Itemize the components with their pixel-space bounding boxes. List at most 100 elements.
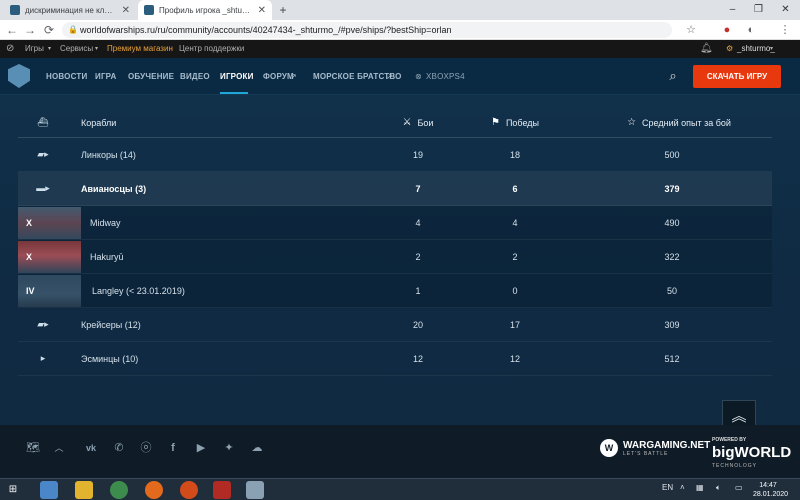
browser-menu-icon[interactable]: ⋮ — [778, 23, 792, 37]
twitter-icon[interactable]: ✦ — [220, 439, 238, 457]
table-row-battleships[interactable]: ▰▸ Линкоры (14) 19 18 500 — [18, 138, 772, 172]
flag-icon: ⚑ — [490, 117, 500, 128]
tab-close-icon[interactable]: ✕ — [258, 5, 266, 16]
nav-learning[interactable]: ОБУЧЕНИЕ — [128, 58, 174, 95]
minimize-button[interactable]: – — [720, 0, 745, 20]
header-avg-xp-label: Средний опыт за бой — [642, 117, 731, 128]
wows-logo-icon[interactable] — [8, 64, 30, 88]
keyboard-language[interactable]: EN — [662, 483, 673, 492]
tab-close-icon[interactable]: ✕ — [122, 5, 130, 16]
tab-title: дискриминация не клановых игроков — [25, 5, 117, 15]
maximize-button[interactable]: ❐ — [746, 0, 771, 20]
row-wins: 2 — [512, 251, 518, 262]
firefox-icon[interactable] — [180, 481, 198, 499]
portal-support-link[interactable]: Центр поддержки — [179, 40, 244, 58]
odnoklassniki-icon[interactable]: ⓞ — [137, 439, 155, 457]
portal-games-menu[interactable]: Игры — [25, 40, 44, 58]
firefox-icon[interactable] — [145, 481, 163, 499]
nav-players[interactable]: ИГРОКИ — [220, 58, 254, 95]
row-avg-xp: 322 — [664, 251, 680, 262]
url-input[interactable]: 🔒 worldofwarships.ru/ru/community/accoun… — [62, 22, 672, 38]
window-close-button[interactable]: ✕ — [773, 0, 798, 20]
wg-center-icon[interactable] — [213, 481, 231, 499]
header-battles[interactable]: ⚔ Бои — [388, 108, 448, 137]
header-avg-xp[interactable]: ☆ Средний опыт за бой — [614, 108, 744, 137]
row-wins: 18 — [509, 149, 520, 160]
vk-icon[interactable]: vk — [82, 439, 100, 457]
back-arrow-icon[interactable]: ← — [4, 22, 20, 38]
table-row-hakuryu[interactable]: X Hakuryū 2 2 322 — [18, 240, 772, 274]
nav-video[interactable]: ВИДЕО — [180, 58, 210, 95]
table-row-midway[interactable]: X Midway 4 4 490 — [18, 206, 772, 240]
user-icon: ⚙ — [726, 44, 734, 53]
browser-tab-profile[interactable]: Профиль игрока _shturmo_ | World of Wars… — [138, 0, 272, 20]
viber-icon[interactable]: ✆ — [110, 439, 128, 457]
nav-xbox[interactable]: XBOX — [426, 58, 449, 95]
search-icon[interactable]: ⌕ — [664, 67, 682, 85]
nav-ps4[interactable]: PS4 — [449, 58, 465, 95]
portal-premium-shop-link[interactable]: Премиум магазин — [107, 40, 173, 58]
forward-arrow-icon[interactable]: → — [22, 22, 38, 38]
soundcloud-icon[interactable]: ☁ — [248, 439, 266, 457]
nav-news[interactable]: НОВОСТИ — [46, 58, 87, 95]
os-taskbar: ⊞ EN ˄ ▦ 🔈︎ ▭ 14:47 28.01.2020 — [0, 478, 800, 500]
chevron-up-icon[interactable]: ︿ — [50, 439, 68, 457]
chevron-down-icon: ▾ — [48, 46, 52, 52]
browser-tab-bar: дискриминация не клановых игроков ✕ Проф… — [0, 0, 800, 20]
wargaming-mark-icon: W — [600, 439, 618, 457]
row-name: Авианосцы (3) — [81, 183, 147, 194]
wg-portal-icon[interactable]: ⊘ — [6, 40, 14, 58]
main-navigation: НОВОСТИ ИГРА ОБУЧЕНИЕ ВИДЕО ИГРОКИ ФОРУМ… — [0, 58, 800, 95]
battery-icon[interactable]: ▭ — [735, 483, 743, 492]
taskbar-clock[interactable]: 14:47 28.01.2020 — [753, 481, 788, 499]
table-row-carriers[interactable]: ▬▸ Авианосцы (3) 7 6 379 — [18, 172, 772, 206]
row-battles: 19 — [412, 149, 423, 160]
cruiser-class-icon: ▰▸ — [37, 319, 49, 329]
row-avg-xp: 490 — [664, 217, 680, 228]
tab-favicon-icon — [10, 5, 20, 15]
chrome-icon[interactable] — [110, 481, 128, 499]
bookmark-star-icon[interactable]: ☆ — [684, 23, 698, 37]
browser-tab-discrimination[interactable]: дискриминация не клановых игроков ✕ — [4, 0, 136, 20]
new-tab-button[interactable]: + — [276, 3, 290, 17]
network-icon[interactable]: ▦ — [696, 483, 704, 492]
crossed-swords-icon: ⚔ — [402, 117, 412, 128]
row-battles: 7 — [415, 183, 421, 194]
extension-icon[interactable]: ● — [720, 23, 734, 37]
wargaming-logo[interactable]: W WARGAMING.NET LET'S BATTLE — [600, 436, 710, 460]
folder-icon[interactable] — [75, 481, 93, 499]
taskbar-app-icon[interactable] — [40, 481, 58, 499]
row-battles: 20 — [412, 319, 423, 330]
start-icon[interactable]: ⊞ — [4, 481, 22, 499]
tray-chevron-icon[interactable]: ˄ — [680, 483, 685, 492]
facebook-icon[interactable]: f — [164, 439, 182, 457]
xbox-icon[interactable]: ⊗ — [415, 58, 422, 95]
row-battles: 1 — [415, 285, 421, 296]
portal-services-menu[interactable]: Сервисы — [60, 40, 93, 58]
site-footer: 🗺︎ ︿ vk ✆ ⓞ f ▶ ✦ ☁ W WARGAMING.NET LET'… — [0, 425, 800, 478]
volume-icon[interactable]: 🔈︎ — [716, 483, 721, 493]
row-name: Midway — [90, 217, 121, 228]
world-map-icon[interactable]: 🗺︎ — [18, 439, 48, 457]
table-row-destroyers[interactable]: ▸ Эсминцы (10) 12 12 512 — [18, 342, 772, 376]
download-game-button[interactable]: СКАЧАТЬ ИГРУ — [693, 65, 781, 88]
reload-icon[interactable]: ⟳ — [41, 22, 57, 38]
header-wins[interactable]: ⚑ Победы — [485, 108, 545, 137]
url-text: worldofwarships.ru/ru/community/accounts… — [80, 25, 452, 35]
taskbar-app-icon[interactable] — [246, 481, 264, 499]
row-wins: 12 — [509, 353, 520, 364]
row-name: Линкоры (14) — [81, 149, 136, 160]
ship-tier: X — [26, 217, 33, 228]
youtube-icon[interactable]: ▶ — [192, 439, 210, 457]
table-row-langley[interactable]: IV Langley (< 23.01.2019) 1 0 50 — [18, 274, 772, 308]
table-row-cruisers[interactable]: ▰▸ Крейсеры (12) 20 17 309 — [18, 308, 772, 342]
header-ships[interactable]: Корабли — [81, 108, 381, 137]
row-battles: 12 — [412, 353, 423, 364]
nav-game[interactable]: ИГРА — [95, 58, 117, 95]
header-battles-label: Бои — [417, 117, 434, 128]
notification-bell-icon[interactable]: 🔔︎ — [700, 40, 713, 58]
bigworld-logo[interactable]: POWERED BY bigWORLD TECHNOLOGY — [712, 435, 791, 471]
wargaming-name: WARGAMING.NET — [623, 439, 711, 451]
profile-avatar-icon[interactable]: ◐ — [744, 23, 758, 37]
chevron-down-icon: ▾ — [770, 46, 774, 52]
